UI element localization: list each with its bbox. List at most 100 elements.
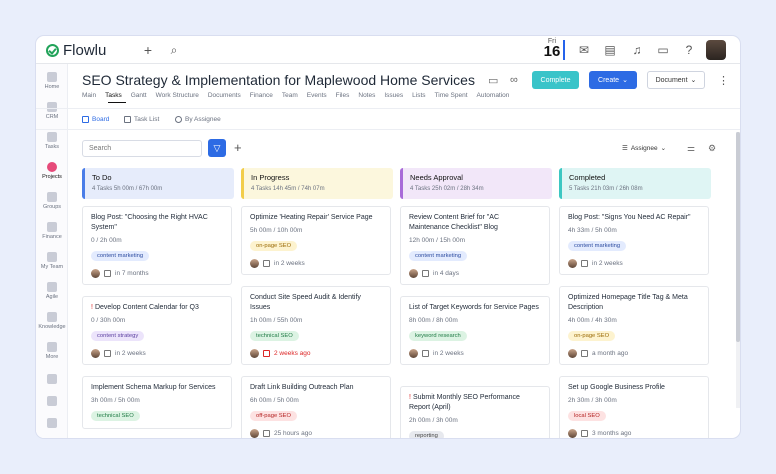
task-tag[interactable]: reporting xyxy=(409,431,444,438)
chat-icon[interactable]: ▭ xyxy=(655,42,671,58)
tab-automation[interactable]: Automation xyxy=(477,92,510,99)
sidebar-item-home[interactable]: Home xyxy=(36,72,68,90)
sidebar-app-1[interactable] xyxy=(36,374,68,384)
task-tag[interactable]: technical SEO xyxy=(91,411,140,421)
tab-gantt[interactable]: Gantt xyxy=(131,92,147,99)
task-card[interactable]: Optimize 'Heating Repair' Service Page 5h… xyxy=(241,206,391,275)
user-avatar[interactable] xyxy=(706,40,726,60)
document-button[interactable]: Document ⌄ xyxy=(647,71,705,89)
assignee-avatar[interactable] xyxy=(568,429,577,438)
column-header[interactable]: Needs Approval 4 Tasks 25h 02m / 28h 34m xyxy=(400,168,552,199)
assignee-avatar[interactable] xyxy=(568,349,577,358)
tab-work-structure[interactable]: Work Structure xyxy=(156,92,199,99)
sidebar-item-tasks[interactable]: Tasks xyxy=(36,132,68,150)
assignee-avatar[interactable] xyxy=(409,269,418,278)
task-tag[interactable]: on-page SEO xyxy=(250,241,298,251)
tab-issues[interactable]: Issues xyxy=(384,92,403,99)
tab-finance[interactable]: Finance xyxy=(250,92,273,99)
task-card[interactable]: Conduct Site Speed Audit & Identify Issu… xyxy=(241,286,391,365)
task-card[interactable]: Blog Post: "Choosing the Right HVAC Syst… xyxy=(82,206,232,285)
comment-icon[interactable]: ▭ xyxy=(488,74,498,87)
notes-icon[interactable]: ▤ xyxy=(602,42,618,58)
assignee-avatar[interactable] xyxy=(250,349,259,358)
column-header[interactable]: Completed 5 Tasks 21h 03m / 26h 08m xyxy=(559,168,711,199)
task-tag[interactable]: off-page SEO xyxy=(250,411,298,421)
task-card[interactable]: Review Content Brief for "AC Maintenance… xyxy=(400,206,550,285)
task-tag[interactable]: keyword research xyxy=(409,331,467,341)
task-card[interactable]: Optimized Homepage Title Tag & Meta Desc… xyxy=(559,286,709,365)
view-board[interactable]: Board xyxy=(82,116,109,123)
task-tag[interactable]: local SEO xyxy=(568,411,606,421)
column-header[interactable]: In Progress 4 Tasks 14h 45m / 74h 07m xyxy=(241,168,393,199)
assignee-avatar[interactable] xyxy=(568,259,577,268)
sidebar-app-3[interactable] xyxy=(36,418,68,428)
column-header[interactable]: To Do 4 Tasks 5h 00m / 67h 00m xyxy=(82,168,234,199)
sidebar-app-2[interactable] xyxy=(36,396,68,406)
task-due: in 4 days xyxy=(433,270,460,277)
task-tag[interactable]: on-page SEO xyxy=(568,331,616,341)
scrollbar[interactable] xyxy=(736,132,740,408)
task-footer: 3 months ago xyxy=(568,429,700,438)
tab-team[interactable]: Team xyxy=(282,92,298,99)
sidebar-item-more[interactable]: More xyxy=(36,342,68,360)
task-tag[interactable]: technical SEO xyxy=(250,331,299,341)
help-icon[interactable]: ? xyxy=(681,42,697,58)
assignee-avatar[interactable] xyxy=(91,349,100,358)
assignee-avatar[interactable] xyxy=(250,429,259,438)
task-tag[interactable]: content marketing xyxy=(568,241,627,251)
more-options-icon[interactable]: ⋮ xyxy=(718,74,729,87)
logo[interactable]: Flowlu xyxy=(46,42,106,59)
task-card[interactable]: Draft Link Building Outreach Plan 6h 00m … xyxy=(241,376,391,438)
sliders-icon[interactable]: ⚌ xyxy=(687,143,695,154)
tab-main[interactable]: Main xyxy=(82,92,96,99)
date-widget[interactable]: Fri 16 xyxy=(542,38,562,59)
task-card[interactable]: Blog Post: "Signs You Need AC Repair" 4h … xyxy=(559,206,709,275)
sidebar-item-knowledge[interactable]: Knowledge xyxy=(36,312,68,330)
task-card[interactable]: ! Develop Content Calendar for Q3 0 / 30h … xyxy=(82,296,232,365)
plus-icon[interactable]: + xyxy=(140,42,156,58)
tab-documents[interactable]: Documents xyxy=(208,92,241,99)
sidebar-item-groups[interactable]: Groups xyxy=(36,192,68,210)
sort-icon: ☰ xyxy=(622,145,628,152)
assignee-avatar[interactable] xyxy=(409,349,418,358)
task-card[interactable]: ! Submit Monthly SEO Performance Report (… xyxy=(400,386,550,438)
task-card[interactable]: List of Target Keywords for Service Page… xyxy=(400,296,550,365)
create-button[interactable]: Create ⌄ xyxy=(589,71,637,89)
bell-icon[interactable]: ♫ xyxy=(629,42,645,58)
column-meta: 5 Tasks 21h 03m / 26h 08m xyxy=(569,186,643,192)
task-card[interactable]: Implement Schema Markup for Services 3h 0… xyxy=(82,376,232,429)
task-tag[interactable]: content marketing xyxy=(409,251,468,261)
tab-time-spent[interactable]: Time Spent xyxy=(435,92,468,99)
view-task-list[interactable]: Task List xyxy=(124,116,159,123)
scrollbar-thumb[interactable] xyxy=(736,132,740,342)
assignee-dropdown[interactable]: ☰ Assignee ⌄ xyxy=(622,144,666,153)
link-icon[interactable]: ∞ xyxy=(510,74,518,86)
sidebar-item-my-team[interactable]: My Team xyxy=(36,252,68,270)
tab-files[interactable]: Files xyxy=(336,92,350,99)
gear-icon[interactable]: ⚙ xyxy=(708,143,716,154)
assignee-avatar[interactable] xyxy=(91,269,100,278)
assignee-avatar[interactable] xyxy=(250,259,259,268)
tab-notes[interactable]: Notes xyxy=(358,92,375,99)
assignee-label: Assignee xyxy=(630,144,658,152)
app-icon xyxy=(47,396,57,406)
sidebar-item-agile[interactable]: Agile xyxy=(36,282,68,300)
sidebar-item-projects[interactable]: Projects xyxy=(36,162,68,180)
search-icon[interactable]: ⌕ xyxy=(166,42,182,58)
tab-lists[interactable]: Lists xyxy=(412,92,425,99)
task-title-text: Develop Content Calendar for Q3 xyxy=(94,304,199,311)
task-tag[interactable]: content marketing xyxy=(91,251,150,261)
task-card[interactable]: Set up Google Business Profile 2h 30m / 3… xyxy=(559,376,709,438)
complete-button[interactable]: Complete xyxy=(532,71,579,89)
tab-events[interactable]: Events xyxy=(307,92,327,99)
tab-tasks[interactable]: Tasks xyxy=(105,92,122,99)
task-title: Implement Schema Markup for Services xyxy=(91,383,223,393)
filter-button[interactable]: ▽ xyxy=(208,139,226,157)
task-tag[interactable]: content strategy xyxy=(91,331,145,341)
add-filter-icon[interactable]: + xyxy=(234,140,242,155)
sidebar-item-finance[interactable]: Finance xyxy=(36,222,68,240)
task-title: Draft Link Building Outreach Plan xyxy=(250,383,382,393)
view-by-assignee[interactable]: By Assignee xyxy=(175,116,221,123)
search-input[interactable]: Search xyxy=(82,140,202,157)
mail-icon[interactable]: ✉ xyxy=(576,42,592,58)
